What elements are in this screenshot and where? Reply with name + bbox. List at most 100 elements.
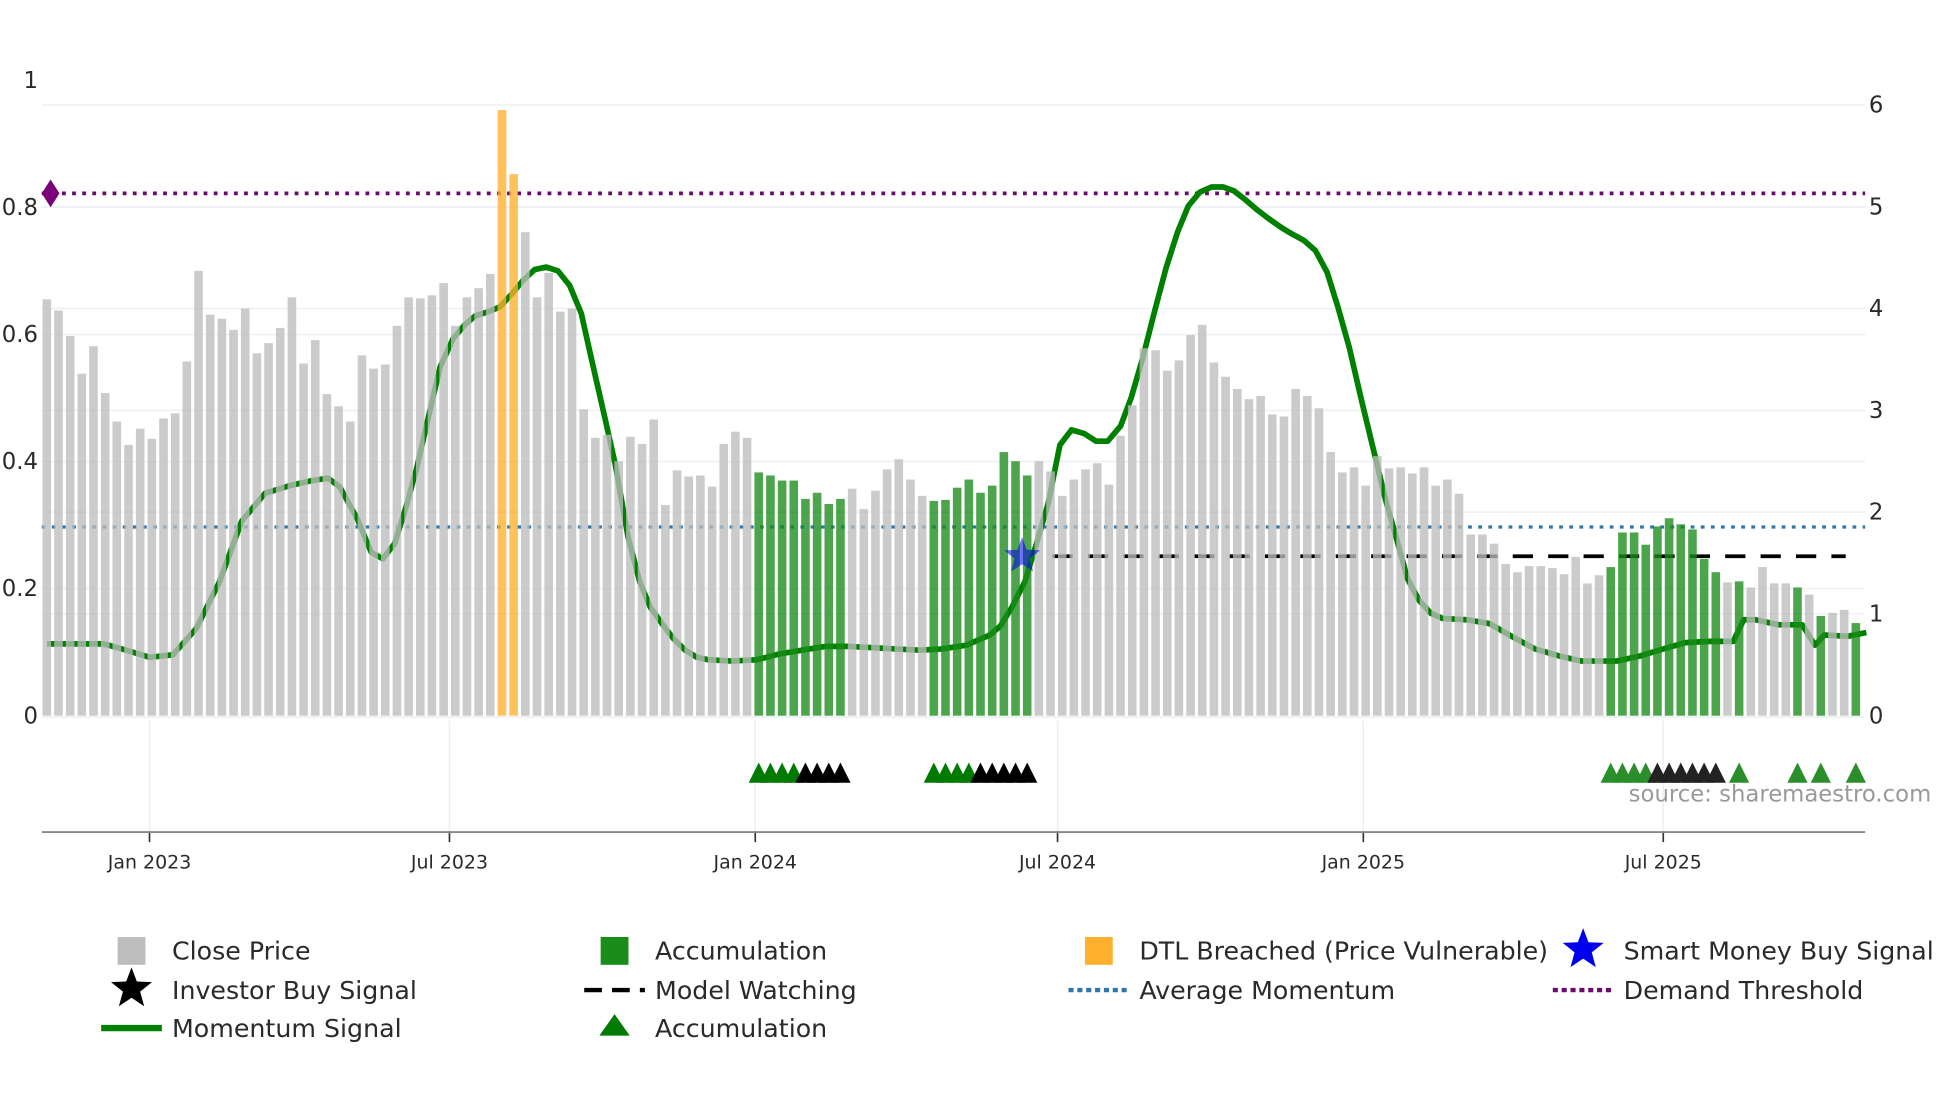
close-price-bar (544, 272, 553, 716)
close-price-bar (1454, 493, 1464, 716)
close-price-bar (1116, 435, 1125, 716)
close-price-bar (1186, 335, 1195, 716)
close-price-bar (1548, 568, 1557, 716)
close-price-bar (1419, 467, 1429, 716)
close-price-bar (1443, 479, 1452, 716)
close-price-bar (264, 343, 273, 716)
accumulation-bar (1606, 567, 1616, 716)
close-price-bar (1478, 534, 1487, 716)
close-price-bar (89, 346, 98, 716)
close-price-bar (392, 325, 402, 716)
left-axis-tick-label: 0 (23, 703, 37, 729)
close-price-bar (1151, 350, 1160, 716)
accumulation-triangle-marker (1787, 762, 1808, 783)
left-axis-tick-label: 0.4 (2, 449, 38, 475)
close-price-bar (1769, 583, 1779, 716)
close-price-bar (696, 475, 705, 716)
close-price-bar (1034, 461, 1044, 716)
accumulation-bar (777, 480, 787, 716)
close-price-bar (614, 461, 623, 716)
close-price-bar (369, 368, 378, 716)
close-price-bar (672, 470, 682, 716)
right-axis-tick-label: 4 (1869, 296, 1883, 322)
close-price-bar (1536, 566, 1546, 716)
right-axis-tick-label: 0 (1869, 703, 1883, 729)
right-axis-tick-label: 2 (1869, 500, 1883, 526)
accumulation-bar (1629, 532, 1639, 716)
close-price-bar (451, 325, 460, 716)
close-price-bar (1804, 594, 1814, 716)
close-price-bar (1746, 587, 1756, 716)
legend-label: Model Watching (655, 976, 857, 1005)
accumulation-bar (1653, 526, 1662, 716)
accumulation-triangle-marker (1729, 762, 1750, 783)
close-price-bar (847, 488, 857, 716)
close-price-bar (229, 329, 238, 716)
close-price-bar (334, 406, 343, 716)
close-price-bar (1174, 360, 1184, 716)
close-price-bar (1197, 324, 1207, 716)
close-price-bar (1104, 484, 1114, 716)
accumulation-bar (976, 492, 985, 716)
x-axis-tick-label: Jan 2025 (1321, 852, 1405, 874)
accumulation-bar (987, 485, 997, 716)
accumulation-triangle-icon (599, 1014, 630, 1036)
close-price-bar (124, 444, 133, 716)
close-price-bar (1338, 472, 1347, 716)
close-price-bar (1489, 543, 1499, 716)
close-price-bar (415, 298, 425, 716)
right-axis-tick-label: 5 (1869, 194, 1883, 220)
close-price-bar (602, 434, 612, 716)
close-price-bar (1291, 388, 1300, 716)
close-price-bar (917, 495, 927, 716)
close-price-bar (1244, 399, 1254, 716)
left-axis-tick-label: 1 (23, 68, 37, 94)
close-price-bar (194, 270, 203, 716)
legend: Close Price Accumulation DTL Breached (Pri… (101, 928, 1934, 1043)
x-axis-tick-label: Jul 2024 (1018, 852, 1096, 874)
accumulation-bar (766, 475, 775, 716)
close-price-bar (287, 297, 297, 716)
close-price-bar (1384, 468, 1394, 716)
close-price-bar (1594, 575, 1604, 716)
x-axis-tick-label: Jan 2024 (713, 852, 797, 874)
close-price-bar (1501, 564, 1511, 716)
close-price-bar (1571, 556, 1581, 716)
accumulation-triangle-marker (1845, 762, 1866, 783)
close-price-bar (322, 394, 332, 716)
close-price-bar (567, 308, 577, 716)
close-price-bar (859, 509, 869, 716)
close-price-bar (1723, 582, 1732, 716)
close-price-bars (42, 110, 1861, 716)
accumulation-bar (1711, 572, 1721, 716)
close-price-bar (626, 436, 635, 716)
close-price-bar (1279, 416, 1289, 716)
close-price-bar (1361, 485, 1370, 716)
close-price-bar (159, 418, 168, 716)
close-price-bar (521, 232, 530, 716)
right-axis-tick-label: 1 (1869, 601, 1883, 627)
close-price-bar (637, 443, 647, 716)
accumulation-bar (999, 452, 1009, 716)
source-label: source: sharemaestro.com (1629, 782, 1932, 808)
x-axis-tick-label: Jul 2025 (1624, 852, 1702, 874)
close-price-bar (1267, 414, 1277, 716)
close-price-bar (112, 421, 122, 716)
accumulation-bar (1699, 558, 1709, 716)
close-price-bar (380, 364, 390, 716)
close-price-bar (1396, 467, 1405, 716)
close-price-bar (1466, 534, 1475, 716)
accumulation-bar (1688, 529, 1697, 716)
accumulation-bar (824, 503, 834, 716)
x-axis-tick-label: Jan 2023 (107, 852, 191, 874)
close-price-bar (1839, 609, 1849, 716)
close-price-bar (1513, 572, 1522, 716)
close-price-bar (135, 428, 145, 716)
close-price-bar (42, 299, 52, 716)
close-price-bar (100, 393, 110, 716)
accumulation-bar (1851, 623, 1861, 716)
legend-label: Investor Buy Signal (172, 976, 417, 1005)
close-price-bar (1069, 479, 1079, 716)
accumulation-bar (1022, 475, 1032, 716)
accumulation-bar (964, 479, 974, 716)
